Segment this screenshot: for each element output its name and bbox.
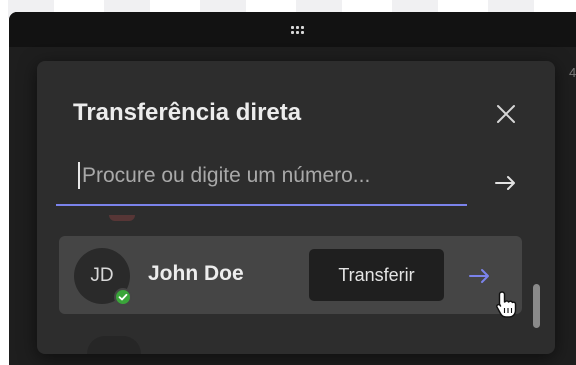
partial-avatar <box>87 336 141 354</box>
transfer-arrow-button[interactable] <box>467 266 493 286</box>
app-window: 1 4 Transferência direta JD <box>9 12 576 365</box>
contact-name: John Doe <box>148 262 244 285</box>
contact-row[interactable]: JD John Doe Transferir <box>59 236 522 314</box>
arrow-right-icon <box>469 269 489 283</box>
transfer-button[interactable]: Transferir <box>309 249 444 301</box>
list-scrollbar[interactable] <box>533 284 540 328</box>
dialog-title: Transferência direta <box>73 99 302 126</box>
avatar: JD <box>74 248 132 306</box>
drag-grip-icon[interactable] <box>291 26 305 34</box>
arrow-right-icon <box>495 176 515 190</box>
search-input[interactable] <box>80 158 464 194</box>
search-submit-button[interactable] <box>492 171 520 195</box>
status-available-icon <box>114 288 132 306</box>
search-field[interactable] <box>56 154 467 206</box>
close-button[interactable] <box>493 101 519 127</box>
partial-avatar <box>109 215 135 221</box>
hand-pointer-icon <box>496 291 517 318</box>
window-titlebar[interactable] <box>9 12 576 47</box>
background-digit-right: 4 <box>569 65 576 80</box>
close-icon <box>497 105 515 123</box>
direct-transfer-dialog: Transferência direta JD <box>37 61 555 354</box>
